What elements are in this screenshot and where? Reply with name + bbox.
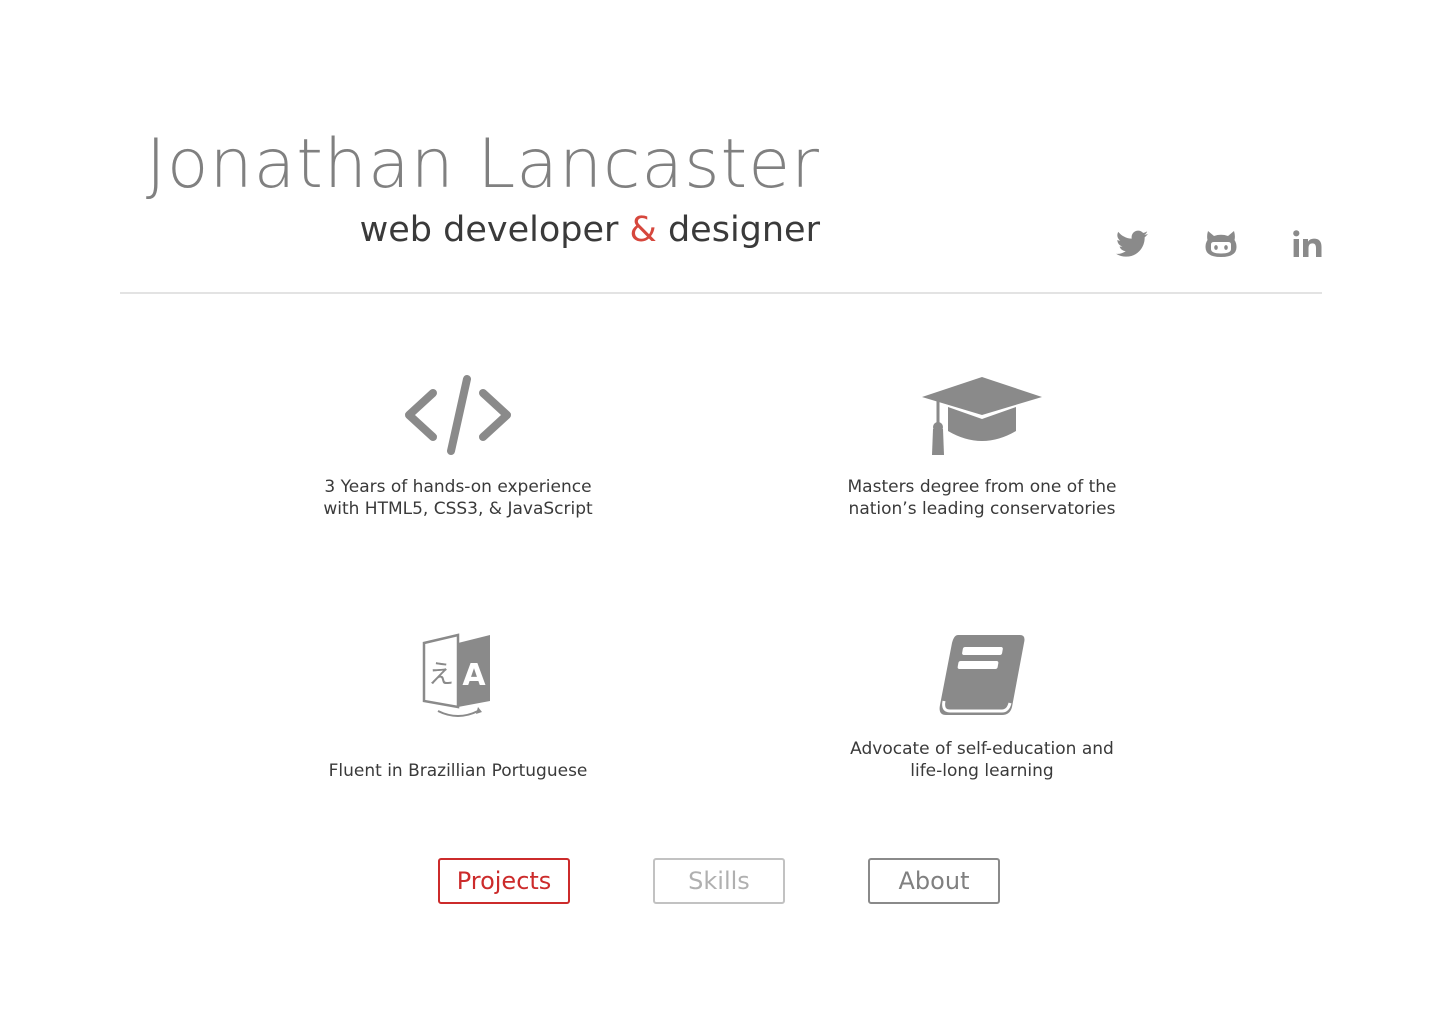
linkedin-icon xyxy=(1293,230,1322,257)
site-title: Jonathan Lancaster xyxy=(145,125,820,204)
svg-text:A: A xyxy=(462,658,486,693)
tagline-role-2: designer xyxy=(656,210,820,250)
feature-text-line: life-long learning xyxy=(910,761,1054,781)
header-divider xyxy=(120,292,1322,294)
svg-text:え: え xyxy=(428,660,454,690)
feature-text-line: with HTML5, CSS3, & JavaScript xyxy=(323,499,593,519)
skills-button[interactable]: Skills xyxy=(653,858,785,904)
feature-language: え A Fluent in Brazillian Portuguese xyxy=(288,630,628,782)
feature-text-line: 3 Years of hands-on experience xyxy=(324,477,592,497)
translate-icon: え A xyxy=(422,633,490,717)
github-icon xyxy=(1205,231,1237,257)
graduation-cap-icon xyxy=(922,377,1042,455)
linkedin-link[interactable] xyxy=(1288,224,1328,264)
book-icon xyxy=(939,635,1025,715)
feature-education: Masters degree from one of the nation’s … xyxy=(812,370,1152,520)
projects-button[interactable]: Projects xyxy=(438,858,570,904)
feature-experience: 3 Years of hands-on experience with HTML… xyxy=(288,370,628,520)
tagline-ampersand: & xyxy=(629,210,657,250)
about-button[interactable]: About xyxy=(868,858,1000,904)
feature-text-line: Masters degree from one of the xyxy=(847,477,1117,497)
twitter-link[interactable] xyxy=(1112,224,1152,264)
feature-text-line: nation’s leading conservatories xyxy=(848,499,1116,519)
header: Jonathan Lancaster web developer & desig… xyxy=(120,120,1322,294)
feature-text-line: Fluent in Brazillian Portuguese xyxy=(328,761,588,781)
code-icon xyxy=(405,375,511,455)
github-link[interactable] xyxy=(1201,224,1241,264)
tagline-role-1: web developer xyxy=(359,210,630,250)
feature-text-line: Advocate of self-education and xyxy=(850,739,1114,759)
feature-learning: Advocate of self-education and life-long… xyxy=(812,630,1152,782)
tagline: web developer & designer xyxy=(120,206,820,254)
twitter-icon xyxy=(1116,230,1148,257)
